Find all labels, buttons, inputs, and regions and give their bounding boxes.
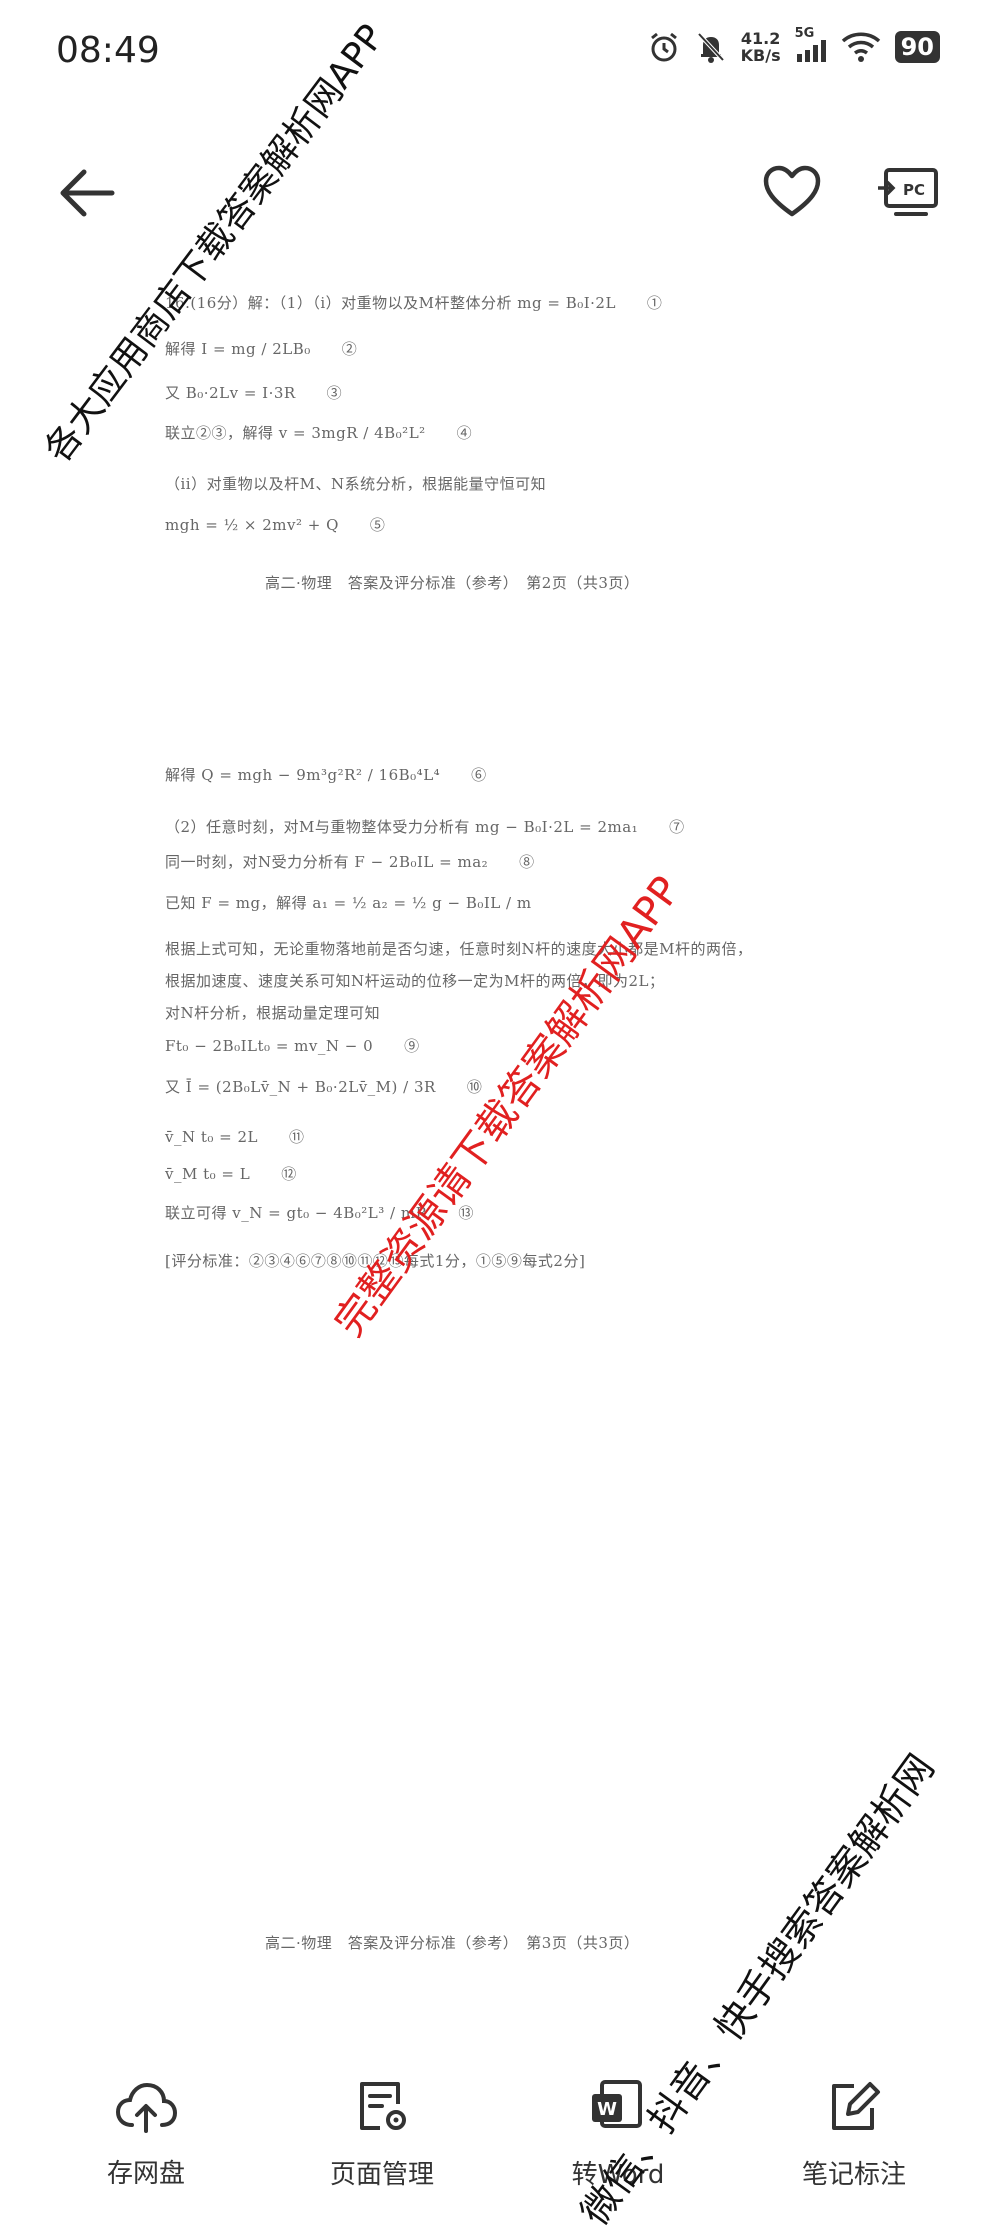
pc-label: PC bbox=[903, 181, 925, 199]
svg-text:W: W bbox=[597, 2099, 617, 2120]
doc-line: （2）任意时刻，对M与重物整体受力分析有 mg − B₀I·2L = 2ma₁ … bbox=[165, 818, 685, 836]
cloud-upload-icon bbox=[115, 2082, 178, 2133]
doc-line: 已知 F = mg，解得 a₁ = ½ a₂ = ½ g − B₀IL / m bbox=[165, 894, 532, 912]
status-icons: 41.2 KB/s 5G 90 bbox=[647, 26, 940, 64]
doc-line: 解得 I = mg / 2LB₀ ② bbox=[165, 340, 358, 358]
top-toolbar: PC bbox=[0, 140, 1000, 240]
back-button[interactable] bbox=[58, 168, 116, 221]
edit-note-icon bbox=[832, 2082, 880, 2130]
doc-line: 同一时刻，对N受力分析有 F − 2B₀IL = ma₂ ⑧ bbox=[165, 853, 535, 871]
net-speed: 41.2 KB/s bbox=[741, 30, 781, 64]
page-footer: 高二·物理 答案及评分标准（参考） 第3页（共3页） bbox=[265, 1934, 640, 1952]
wifi-icon bbox=[841, 31, 881, 63]
battery-icon: 90 bbox=[894, 31, 940, 63]
net-speed-unit: KB/s bbox=[740, 46, 781, 65]
doc-line: 解得 Q = mgh − 9m³g²R² / 16B₀⁴L⁴ ⑥ bbox=[165, 766, 487, 784]
favorite-button[interactable] bbox=[762, 164, 822, 223]
pc-cast-icon: PC bbox=[878, 168, 938, 216]
doc-line: 联立②③，解得 v = 3mgR / 4B₀²L² ④ bbox=[165, 424, 473, 442]
bottom-nav: 存网盘 页面管理 W 转Word 笔记标注 bbox=[0, 2050, 1000, 2210]
doc-line: v̄_N t₀ = 2L ⑪ bbox=[165, 1128, 305, 1146]
status-bar: 08:49 41.2 KB/s 5G 90 bbox=[0, 0, 1000, 110]
doc-line: （ii）对重物以及杆M、N系统分析，根据能量守恒可知 bbox=[165, 475, 547, 493]
nav-label-page-manage: 页面管理 bbox=[329, 2160, 434, 2190]
note-annotate-button[interactable]: 笔记标注 bbox=[754, 2050, 954, 2190]
back-arrow-icon bbox=[60, 169, 115, 217]
doc-line: 对N杆分析，根据动量定理可知 bbox=[165, 1004, 381, 1022]
nav-label-notes: 笔记标注 bbox=[801, 2160, 906, 2190]
pc-cast-button[interactable]: PC bbox=[878, 166, 940, 225]
nav-label-cloud: 存网盘 bbox=[106, 2158, 185, 2189]
signal-icon: 5G bbox=[795, 26, 827, 64]
page-manage-button[interactable]: 页面管理 bbox=[282, 2050, 482, 2190]
alarm-icon bbox=[647, 30, 681, 64]
doc-line: 又 B₀·2Lv = I·3R ③ bbox=[165, 384, 343, 402]
doc-line: 根据上式可知，无论重物落地前是否匀速，任意时刻N杆的速度大小都是M杆的两倍， bbox=[165, 940, 753, 958]
doc-line: Ft₀ − 2B₀ILt₀ = mv_N − 0 ⑨ bbox=[165, 1037, 420, 1055]
page-manage-icon bbox=[360, 2082, 406, 2130]
doc-line: 16.(16分）解：（1）（i）对重物以及M杆整体分析 mg = B₀I·2L … bbox=[165, 294, 663, 312]
doc-line: mgh = ½ × 2mv² + Q ⑤ bbox=[165, 516, 386, 534]
doc-line: v̄_M t₀ = L ⑫ bbox=[165, 1165, 297, 1183]
status-time: 08:49 bbox=[56, 30, 160, 71]
save-to-cloud-button[interactable]: 存网盘 bbox=[46, 2050, 246, 2190]
heart-icon bbox=[763, 165, 821, 217]
doc-line: 又 Ī = (2B₀Lv̄_N + B₀·2Lv̄_M) / 3R ⑩ bbox=[165, 1078, 483, 1096]
mute-icon bbox=[695, 30, 727, 64]
page-footer: 高二·物理 答案及评分标准（参考） 第2页（共3页） bbox=[265, 574, 640, 592]
